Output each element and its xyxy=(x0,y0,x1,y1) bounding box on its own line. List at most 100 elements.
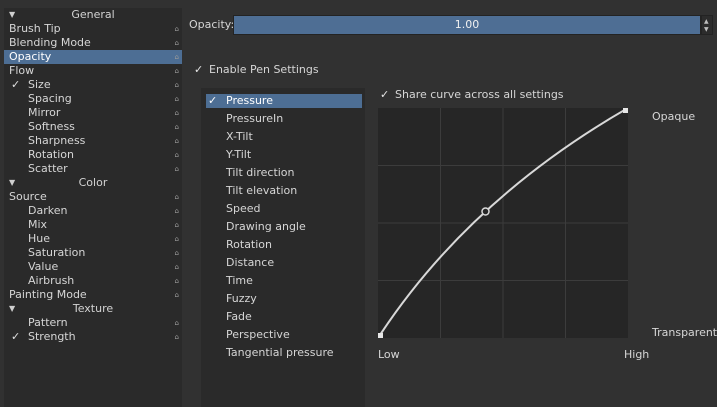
sensor-item-perspective[interactable]: Perspective xyxy=(206,328,362,342)
lock-icon[interactable]: ⌂ xyxy=(175,78,179,92)
curve-editor[interactable] xyxy=(378,108,628,338)
check-icon[interactable]: ✓ xyxy=(11,330,20,344)
section-header-label: General xyxy=(71,8,115,21)
sensor-item-time[interactable]: Time xyxy=(206,274,362,288)
lock-icon[interactable]: ⌂ xyxy=(175,274,179,288)
opacity-slider[interactable]: 1.00 xyxy=(233,15,701,35)
sensor-item-label: Fuzzy xyxy=(226,292,257,305)
sensor-item-rotation[interactable]: Rotation xyxy=(206,238,362,252)
lock-icon[interactable]: ⌂ xyxy=(175,22,179,36)
sensor-item-speed[interactable]: Speed xyxy=(206,202,362,216)
property-item-pattern[interactable]: Pattern ⌂ xyxy=(4,316,182,330)
brush-property-list: ▼ General Brush Tip ⌂ Blending Mode ⌂ Opacity ⌂… xyxy=(4,8,182,407)
property-item-brush-tip[interactable]: Brush Tip ⌂ xyxy=(4,22,182,36)
expand-arrow-icon[interactable]: ▼ xyxy=(9,176,15,190)
property-item-flow[interactable]: Flow ⌂ xyxy=(4,64,182,78)
sensor-item-tilt-direction[interactable]: Tilt direction xyxy=(206,166,362,180)
property-item-spacing[interactable]: Spacing ⌂ xyxy=(4,92,182,106)
sensor-item-label: X-Tilt xyxy=(226,130,253,143)
property-item-scatter[interactable]: Scatter ⌂ xyxy=(4,162,182,176)
property-item-blending-mode[interactable]: Blending Mode ⌂ xyxy=(4,36,182,50)
section-header-texture[interactable]: ▼ Texture xyxy=(4,302,182,316)
property-item-mix[interactable]: Mix ⌂ xyxy=(4,218,182,232)
expand-arrow-icon[interactable]: ▼ xyxy=(9,302,15,316)
sensor-item-drawing-angle[interactable]: Drawing angle xyxy=(206,220,362,234)
lock-icon[interactable]: ⌂ xyxy=(175,330,179,344)
property-item-label: Scatter xyxy=(28,162,68,175)
property-item-size[interactable]: ✓ Size ⌂ xyxy=(4,78,182,92)
section-header-general[interactable]: ▼ General xyxy=(4,8,182,22)
section-header-color[interactable]: ▼ Color xyxy=(4,176,182,190)
lock-icon[interactable]: ⌂ xyxy=(175,106,179,120)
lock-icon[interactable]: ⌂ xyxy=(175,246,179,260)
check-icon: ✓ xyxy=(380,88,390,101)
curve-label-opaque: Opaque xyxy=(652,110,696,123)
sensor-item-label: Drawing angle xyxy=(226,220,306,233)
curve-control-point[interactable] xyxy=(378,333,383,338)
property-item-rotation[interactable]: Rotation ⌂ xyxy=(4,148,182,162)
lock-icon[interactable]: ⌂ xyxy=(175,288,179,302)
property-item-label: Mirror xyxy=(28,106,61,119)
sensor-item-tangential-pressure[interactable]: Tangential pressure xyxy=(206,346,362,360)
property-item-mirror[interactable]: Mirror ⌂ xyxy=(4,106,182,120)
sensor-item-distance[interactable]: Distance xyxy=(206,256,362,270)
share-curve-label: Share curve across all settings xyxy=(395,88,564,101)
property-item-hue[interactable]: Hue ⌂ xyxy=(4,232,182,246)
sensor-item-label: Time xyxy=(226,274,253,287)
lock-icon[interactable]: ⌂ xyxy=(175,36,179,50)
property-item-label: Airbrush xyxy=(28,274,75,287)
property-item-label: Sharpness xyxy=(28,134,86,147)
property-item-source[interactable]: Source ⌂ xyxy=(4,190,182,204)
spin-up-icon[interactable]: ▲ xyxy=(704,19,709,25)
property-item-sharpness[interactable]: Sharpness ⌂ xyxy=(4,134,182,148)
lock-icon[interactable]: ⌂ xyxy=(175,120,179,134)
property-item-label: Softness xyxy=(28,120,75,133)
property-item-opacity[interactable]: Opacity ⌂ xyxy=(4,50,182,64)
check-icon[interactable]: ✓ xyxy=(11,78,20,92)
curve-label-low: Low xyxy=(378,348,400,361)
lock-icon[interactable]: ⌂ xyxy=(175,148,179,162)
property-item-label: Mix xyxy=(28,218,48,231)
lock-icon[interactable]: ⌂ xyxy=(175,232,179,246)
property-item-strength[interactable]: ✓ Strength ⌂ xyxy=(4,330,182,344)
check-icon[interactable]: ✓ xyxy=(208,94,217,108)
property-item-softness[interactable]: Softness ⌂ xyxy=(4,120,182,134)
lock-icon[interactable]: ⌂ xyxy=(175,64,179,78)
sensor-item-y-tilt[interactable]: Y-Tilt xyxy=(206,148,362,162)
curve-label-transparent: Transparent xyxy=(652,326,717,339)
sensor-item-label: Tangential pressure xyxy=(226,346,334,359)
lock-icon[interactable]: ⌂ xyxy=(175,316,179,330)
property-item-value[interactable]: Value ⌂ xyxy=(4,260,182,274)
opacity-spin-buttons[interactable]: ▲ ▼ xyxy=(701,15,713,35)
sensor-item-pressurein[interactable]: PressureIn xyxy=(206,112,362,126)
sensor-item-x-tilt[interactable]: X-Tilt xyxy=(206,130,362,144)
property-item-darken[interactable]: Darken ⌂ xyxy=(4,204,182,218)
sensor-item-fuzzy[interactable]: Fuzzy xyxy=(206,292,362,306)
sensor-item-fade[interactable]: Fade xyxy=(206,310,362,324)
lock-icon[interactable]: ⌂ xyxy=(175,134,179,148)
property-item-saturation[interactable]: Saturation ⌂ xyxy=(4,246,182,260)
property-item-airbrush[interactable]: Airbrush ⌂ xyxy=(4,274,182,288)
lock-icon[interactable]: ⌂ xyxy=(175,50,179,64)
sensor-item-pressure[interactable]: ✓ Pressure xyxy=(206,94,362,108)
property-item-label: Size xyxy=(28,78,51,91)
curve-control-point[interactable] xyxy=(623,108,628,113)
expand-arrow-icon[interactable]: ▼ xyxy=(9,8,15,22)
spin-down-icon[interactable]: ▼ xyxy=(704,27,709,33)
property-item-label: Strength xyxy=(28,330,76,343)
curve-label-high: High xyxy=(624,348,650,361)
lock-icon[interactable]: ⌂ xyxy=(175,260,179,274)
lock-icon[interactable]: ⌂ xyxy=(175,92,179,106)
curve-control-point[interactable] xyxy=(481,207,490,216)
property-item-label: Rotation xyxy=(28,148,75,161)
property-item-label: Spacing xyxy=(28,92,72,105)
property-item-painting-mode[interactable]: Painting Mode ⌂ xyxy=(4,288,182,302)
lock-icon[interactable]: ⌂ xyxy=(175,218,179,232)
curve-graph[interactable] xyxy=(378,108,628,338)
sensor-item-label: Tilt direction xyxy=(226,166,295,179)
lock-icon[interactable]: ⌂ xyxy=(175,162,179,176)
lock-icon[interactable]: ⌂ xyxy=(175,190,179,204)
lock-icon[interactable]: ⌂ xyxy=(175,204,179,218)
check-icon: ✓ xyxy=(194,63,204,76)
sensor-item-tilt-elevation[interactable]: Tilt elevation xyxy=(206,184,362,198)
